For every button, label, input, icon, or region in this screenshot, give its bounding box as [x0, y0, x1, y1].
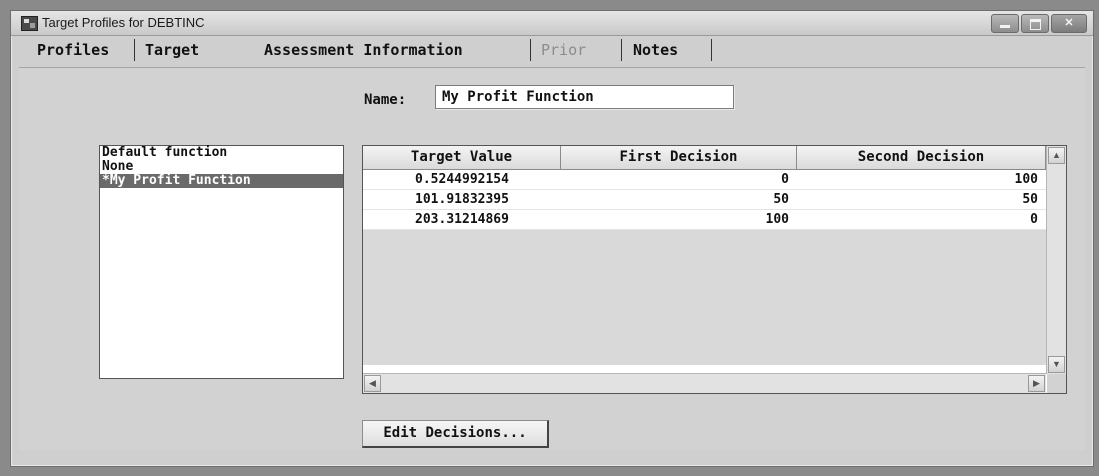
edit-decisions-button[interactable]: Edit Decisions...	[362, 420, 549, 448]
cell-second-decision[interactable]: 100	[797, 170, 1046, 190]
cell-first-decision[interactable]: 50	[561, 190, 797, 210]
tab-divider	[621, 39, 622, 61]
column-header-first-decision[interactable]: First Decision	[561, 146, 797, 170]
scroll-left-icon[interactable]: ◀	[364, 375, 381, 392]
minimize-button[interactable]	[991, 14, 1019, 33]
maximize-button[interactable]	[1021, 14, 1049, 33]
window-controls: ✕	[991, 14, 1087, 33]
tab-assessment-information[interactable]: Assessment Information	[264, 41, 463, 59]
maximize-icon	[1030, 19, 1041, 30]
tab-bar: Profiles Target Assessment Information P…	[11, 37, 1093, 65]
cell-target-value[interactable]: 0.5244992154	[363, 170, 561, 190]
title-bar[interactable]: Target Profiles for DEBTINC ✕	[11, 11, 1093, 36]
close-icon: ✕	[1064, 17, 1074, 29]
cell-first-decision[interactable]: 0	[561, 170, 797, 190]
scroll-down-icon[interactable]: ▼	[1048, 356, 1065, 373]
cell-second-decision[interactable]: 0	[797, 210, 1046, 230]
name-label: Name:	[364, 92, 407, 108]
horizontal-scrollbar[interactable]: ◀ ▶	[363, 373, 1046, 393]
column-header-target-value[interactable]: Target Value	[363, 146, 561, 170]
scroll-right-icon[interactable]: ▶	[1028, 375, 1045, 392]
column-header-second-decision[interactable]: Second Decision	[797, 146, 1046, 170]
tab-notes[interactable]: Notes	[633, 41, 678, 59]
target-profiles-window: Target Profiles for DEBTINC ✕ Profiles T…	[10, 10, 1094, 467]
tab-profiles[interactable]: Profiles	[37, 41, 109, 59]
table-row: 203.31214869 100 0	[363, 210, 1046, 230]
tab-divider	[134, 39, 135, 61]
close-button[interactable]: ✕	[1051, 14, 1087, 33]
scroll-up-icon[interactable]: ▲	[1048, 147, 1065, 164]
tab-target[interactable]: Target	[145, 41, 199, 59]
grid-header: Target Value First Decision Second Decis…	[363, 146, 1046, 170]
grid-body: 0.5244992154 0 100 101.91832395 50 50 20…	[363, 170, 1046, 230]
function-item-my-profit[interactable]: *My Profit Function	[100, 174, 343, 188]
cell-first-decision[interactable]: 100	[561, 210, 797, 230]
window-title: Target Profiles for DEBTINC	[42, 15, 205, 30]
function-list[interactable]: Default function None *My Profit Functio…	[99, 145, 344, 379]
function-item-default[interactable]: Default function	[100, 146, 343, 160]
tab-divider	[530, 39, 531, 61]
tab-prior: Prior	[541, 41, 587, 59]
assessment-panel: Name: My Profit Function Default functio…	[19, 67, 1085, 450]
cell-target-value[interactable]: 203.31214869	[363, 210, 561, 230]
table-row: 0.5244992154 0 100	[363, 170, 1046, 190]
grid-empty-area	[363, 230, 1046, 365]
tab-divider	[711, 39, 712, 61]
scrollbar-corner	[1047, 374, 1066, 393]
decision-grid[interactable]: Target Value First Decision Second Decis…	[362, 145, 1067, 394]
cell-second-decision[interactable]: 50	[797, 190, 1046, 210]
table-row: 101.91832395 50 50	[363, 190, 1046, 210]
minimize-icon	[1000, 25, 1010, 28]
app-icon	[21, 16, 38, 31]
cell-target-value[interactable]: 101.91832395	[363, 190, 561, 210]
vertical-scrollbar[interactable]: ▲ ▼	[1046, 146, 1066, 374]
name-input[interactable]: My Profit Function	[435, 85, 734, 109]
function-item-none[interactable]: None	[100, 160, 343, 174]
